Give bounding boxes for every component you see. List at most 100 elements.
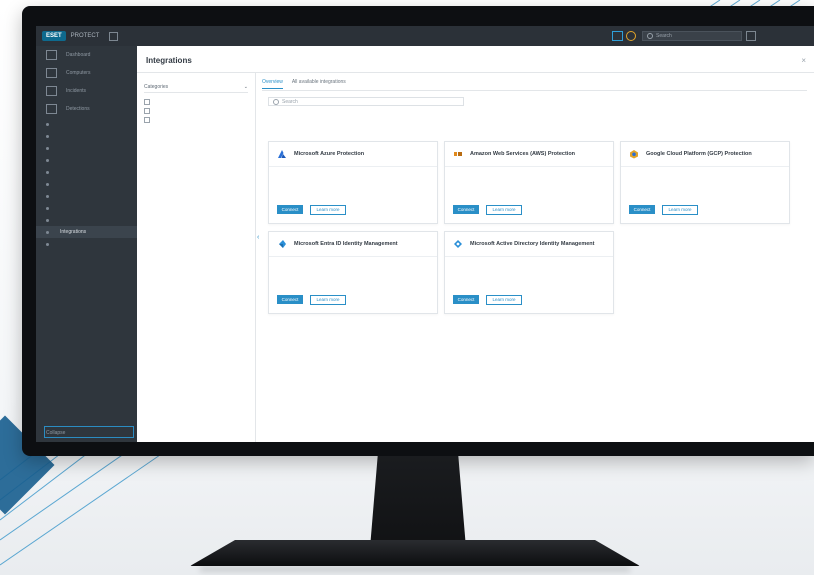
- dashboard-icon: [46, 50, 57, 60]
- sidebar-item-11[interactable]: [36, 190, 137, 202]
- card-header: Google Cloud Platform (GCP) Protection: [621, 142, 789, 167]
- checkbox[interactable]: [144, 117, 150, 123]
- card-actions: Connect Learn more: [277, 205, 346, 215]
- sidebar-item-6[interactable]: [36, 130, 137, 142]
- gcp-icon: [630, 150, 638, 159]
- eset-logo: ESET: [42, 31, 66, 41]
- sidebar-item-label: Detections: [66, 106, 90, 112]
- notification-icon[interactable]: [626, 31, 636, 41]
- tab-all-integrations[interactable]: All available integrations: [292, 79, 346, 89]
- card-description: [453, 175, 605, 189]
- sidebar: Dashboard Computers Incidents Detections: [36, 46, 137, 442]
- sidebar-item-13[interactable]: [36, 214, 137, 226]
- detections-icon: [46, 104, 57, 114]
- collapse-link[interactable]: Collapse: [46, 430, 65, 436]
- categories-header[interactable]: Categories ⌄: [144, 82, 248, 93]
- monitor-stand-base: [190, 540, 640, 566]
- integration-search-input[interactable]: Search: [268, 97, 464, 106]
- sidebar-item-label: Dashboard: [66, 52, 91, 58]
- card-description: [453, 265, 605, 279]
- card-header: Microsoft Azure Protection: [269, 142, 437, 167]
- qr-code-icon[interactable]: [612, 31, 623, 41]
- nav-bullet-icon: [46, 158, 49, 162]
- azure-icon: [278, 150, 286, 158]
- sidebar-item-dashboard[interactable]: Dashboard: [36, 46, 137, 64]
- search-placeholder: Search: [656, 33, 672, 39]
- integration-card-aws: Amazon Web Services (AWS) Protection Con…: [444, 141, 614, 224]
- sidebar-item-7[interactable]: [36, 142, 137, 154]
- integration-card-active-directory: Microsoft Active Directory Identity Mana…: [444, 231, 614, 314]
- nav-bullet-icon: [46, 255, 49, 258]
- learn-more-button[interactable]: Learn more: [486, 295, 522, 305]
- card-actions: Connect Learn more: [453, 205, 522, 215]
- nav-bullet-icon: [46, 218, 49, 222]
- nav-bullet-icon: [46, 206, 49, 210]
- card-description: [629, 175, 781, 189]
- learn-more-button[interactable]: Learn more: [486, 205, 522, 215]
- category-option[interactable]: [144, 117, 248, 123]
- card-description: [277, 265, 429, 279]
- menu-grid-icon[interactable]: [109, 31, 119, 41]
- card-title: Amazon Web Services (AWS) Protection: [470, 150, 576, 157]
- search-submit-icon[interactable]: [746, 31, 756, 41]
- connect-button[interactable]: Connect: [453, 205, 479, 214]
- categories-header-label: Categories: [144, 84, 169, 90]
- sidebar-item-8[interactable]: [36, 154, 137, 166]
- chevron-left-icon[interactable]: ‹: [257, 234, 259, 241]
- category-option[interactable]: [144, 99, 248, 105]
- app-screen: ESET PROTECT Search Dashboard Computers …: [36, 26, 814, 442]
- card-header: Amazon Web Services (AWS) Protection: [445, 142, 613, 167]
- connect-button[interactable]: Connect: [629, 205, 655, 214]
- tabs-divider: [262, 90, 807, 91]
- sidebar-item-5[interactable]: [36, 118, 137, 130]
- connect-button[interactable]: Connect: [277, 295, 303, 304]
- category-filter-panel: Categories ⌄: [137, 73, 256, 442]
- close-icon[interactable]: ×: [801, 56, 806, 65]
- card-actions: Connect Learn more: [629, 205, 698, 215]
- tab-overview[interactable]: Overview: [262, 79, 283, 89]
- learn-more-button[interactable]: Learn more: [310, 295, 346, 305]
- nav-bullet-icon: [46, 122, 49, 126]
- card-header: Microsoft Active Directory Identity Mana…: [445, 232, 613, 257]
- monitor-stand-neck: [370, 456, 466, 548]
- integration-card-entra: Microsoft Entra ID Identity Management C…: [268, 231, 438, 314]
- sidebar-item-9[interactable]: [36, 166, 137, 178]
- sidebar-item-15[interactable]: [36, 238, 137, 250]
- integration-card-gcp: Google Cloud Platform (GCP) Protection C…: [620, 141, 790, 224]
- integrations-icon: [46, 230, 49, 234]
- checkbox[interactable]: [144, 108, 150, 114]
- page-title: Integrations: [146, 56, 192, 65]
- sidebar-item-incidents[interactable]: Incidents: [36, 82, 137, 100]
- nav-bullet-icon: [46, 170, 49, 174]
- stand-shadow: [200, 566, 630, 572]
- nav-bullet-icon: [46, 134, 49, 138]
- sidebar-item-16[interactable]: [36, 250, 137, 262]
- nav-bullet-icon: [46, 146, 49, 150]
- learn-more-button[interactable]: Learn more: [310, 205, 346, 215]
- card-title: Microsoft Active Directory Identity Mana…: [470, 240, 595, 247]
- active-directory-icon: [454, 240, 462, 248]
- product-name: PROTECT: [70, 33, 100, 39]
- card-title: Microsoft Azure Protection: [294, 150, 365, 157]
- sidebar-item-detections[interactable]: Detections: [36, 100, 137, 118]
- top-bar: ESET PROTECT Search: [36, 26, 814, 46]
- sidebar-item-12[interactable]: [36, 202, 137, 214]
- main-content: Integrations × Categories ⌄ Overview All…: [137, 46, 814, 442]
- checkbox[interactable]: [144, 99, 150, 105]
- sidebar-item-integrations[interactable]: Integrations: [36, 226, 137, 238]
- incidents-icon: [46, 86, 57, 96]
- connect-button[interactable]: Connect: [277, 205, 303, 214]
- card-title: Google Cloud Platform (GCP) Protection: [646, 150, 752, 157]
- sidebar-item-computers[interactable]: Computers: [36, 64, 137, 82]
- connect-button[interactable]: Connect: [453, 295, 479, 304]
- integration-card-azure: Microsoft Azure Protection Connect Learn…: [268, 141, 438, 224]
- entra-id-icon: [279, 240, 286, 248]
- chevron-down-icon: ⌄: [243, 84, 248, 90]
- learn-more-button[interactable]: Learn more: [662, 205, 698, 215]
- card-title: Microsoft Entra ID Identity Management: [294, 240, 398, 247]
- sidebar-item-10[interactable]: [36, 178, 137, 190]
- sidebar-item-label: Integrations: [60, 229, 87, 235]
- category-option[interactable]: [144, 108, 248, 114]
- global-search-input[interactable]: Search: [642, 31, 742, 41]
- card-actions: Connect Learn more: [277, 295, 346, 305]
